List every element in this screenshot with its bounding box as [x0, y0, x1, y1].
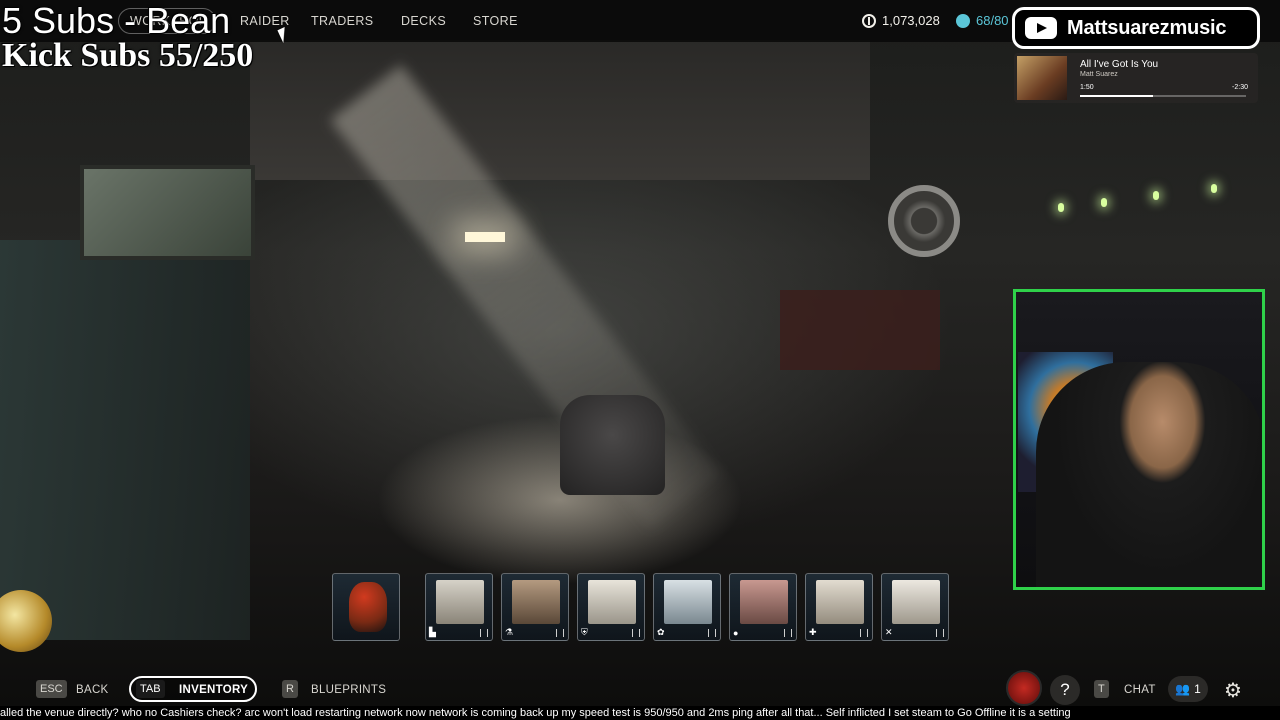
category-icon: ⚗: [505, 627, 514, 637]
workbench-icon: [512, 580, 560, 624]
song-elapsed: 1:50: [1080, 84, 1094, 91]
item-slot-rooster[interactable]: [332, 573, 400, 641]
item-slot-workbench-6[interactable]: ✚: [805, 573, 873, 641]
string-light: [1211, 184, 1217, 193]
album-art: [1017, 56, 1067, 100]
coins-value: 1,073,028: [882, 13, 940, 28]
string-light: [1153, 191, 1159, 200]
category-icon: ✕: [885, 627, 893, 637]
basement-window: [80, 165, 255, 260]
streamer: [1036, 362, 1262, 587]
youtube-icon: [1025, 17, 1057, 39]
youtube-channel-name: Mattsuarezmusic: [1067, 16, 1227, 39]
now-playing-widget: All I've Got Is You Matt Suarez 1:50 -2:…: [1014, 53, 1258, 103]
chat-button[interactable]: CHAT: [1124, 684, 1156, 696]
coins-balance: 1,073,028: [862, 13, 940, 28]
category-icon: ✚: [809, 627, 817, 637]
category-icon: ⛨: [581, 627, 588, 637]
song-artist: Matt Suarez: [1080, 71, 1118, 78]
item-slot-workbench-1[interactable]: ▙: [425, 573, 493, 641]
film-reel: [888, 185, 960, 257]
party-count: 1: [1194, 682, 1201, 696]
youtube-channel-badge: Mattsuarezmusic: [1012, 7, 1260, 49]
red-workbench: [780, 290, 940, 370]
r-key[interactable]: R: [282, 680, 298, 698]
bottom-action-bar: ESC BACK TAB INVENTORY R BLUEPRINTS T CH…: [0, 672, 1280, 708]
song-progress-fill: [1080, 95, 1154, 97]
workbench-icon: [588, 580, 636, 624]
settings-gear-icon[interactable]: ⚙: [1224, 678, 1242, 703]
item-slot-workbench-2[interactable]: ⚗: [501, 573, 569, 641]
party-button[interactable]: 👥 1: [1168, 676, 1208, 702]
help-button[interactable]: ?: [1050, 675, 1080, 705]
hanging-lamp: [465, 232, 505, 242]
back-button[interactable]: BACK: [76, 684, 109, 696]
category-icon: ●: [733, 628, 739, 638]
workbench-icon: [816, 580, 864, 624]
category-icon: ✿: [657, 627, 665, 637]
song-progress-bar: [1080, 95, 1246, 97]
tokens-balance: 68/80: [956, 13, 1009, 28]
level-icon: [556, 629, 564, 637]
nav-traders[interactable]: TRADERS: [311, 14, 374, 28]
level-icon: [632, 629, 640, 637]
nav-decks[interactable]: DECKS: [401, 14, 446, 28]
webcam-feed: [1013, 289, 1265, 590]
workshop-item-bar: ▙ ⚗ ⛨ ✿ ● ✚ ✕: [332, 573, 952, 641]
people-icon: 👥: [1175, 682, 1191, 696]
inventory-label[interactable]: INVENTORY: [179, 684, 248, 696]
item-slot-workbench-4[interactable]: ✿: [653, 573, 721, 641]
kick-subs-overlay: Kick Subs 55/250: [2, 37, 254, 74]
player-avatar[interactable]: [1006, 670, 1042, 706]
level-icon: [708, 629, 716, 637]
level-icon: [860, 629, 868, 637]
category-icon: ▙: [429, 627, 436, 637]
level-icon: [936, 629, 944, 637]
item-slot-workbench-5[interactable]: ●: [729, 573, 797, 641]
workbench-icon: [892, 580, 940, 624]
coin-icon: [862, 13, 876, 28]
workbench-icon: [664, 580, 712, 624]
tab-key[interactable]: TAB: [136, 680, 165, 698]
armchair: [560, 395, 665, 495]
level-icon: [784, 629, 792, 637]
item-slot-workbench-7[interactable]: ✕: [881, 573, 949, 641]
string-light: [1058, 203, 1064, 212]
level-icon: [480, 629, 488, 637]
workbench-icon: [740, 580, 788, 624]
song-remaining: -2:30: [1232, 84, 1248, 91]
item-slot-workbench-3[interactable]: ⛨: [577, 573, 645, 641]
esc-key[interactable]: ESC: [36, 680, 67, 698]
tokens-value: 68/80: [976, 13, 1009, 28]
rooster-icon: [349, 582, 387, 632]
workbench-icon: [436, 580, 484, 624]
string-light: [1101, 198, 1107, 207]
blueprints-button[interactable]: BLUEPRINTS: [311, 684, 386, 696]
nav-raider[interactable]: RAIDER: [240, 14, 290, 28]
t-key[interactable]: T: [1094, 680, 1109, 698]
token-icon: [956, 13, 970, 28]
left-wall: [0, 240, 250, 640]
chat-ticker: alled the venue directly? who no Cashier…: [0, 706, 1280, 720]
nav-store[interactable]: STORE: [473, 14, 518, 28]
song-title: All I've Got Is You: [1080, 59, 1159, 70]
